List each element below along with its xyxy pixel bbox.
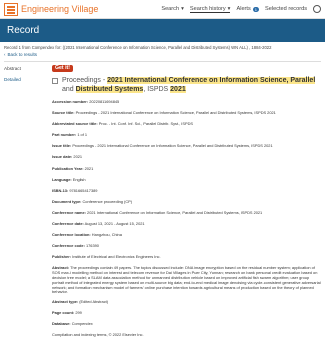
field-label: Page count: [52, 310, 75, 316]
nav-search[interactable]: Search ▾ [161, 6, 184, 12]
select-record-checkbox[interactable] [52, 78, 58, 84]
field-label: Document type: [52, 198, 82, 204]
field-value: Institute of Electrical and Electronics … [72, 254, 161, 260]
field-value: 2021 [73, 154, 83, 160]
record-fields: Accession number: 20220811694845 Source t… [52, 99, 321, 260]
sidebar: Abstract Detailed [0, 62, 52, 344]
record-field: Abstract type: (Edited Abstract) [52, 299, 321, 305]
record-field: Document type: Conference proceeding (CP… [52, 198, 321, 205]
record-field: Conference code: 176390 [52, 243, 321, 249]
alerts-badge: 1 [252, 6, 260, 12]
record-title: Proceedings - 2021 International Confere… [62, 77, 316, 93]
field-label: Conference location: [52, 232, 91, 238]
field-value: Conference proceeding (CP) [82, 198, 133, 204]
field-label: ISBN-13: [52, 187, 69, 193]
top-bar: Engineering Village Search ▾ Search histo… [0, 0, 325, 19]
record-field: Abbreviated source title: Proc. - Int. C… [52, 121, 321, 127]
field-label: Part number: [52, 132, 77, 138]
record-field: Publisher: Institute of Electrical and E… [52, 254, 321, 260]
field-label: Conference date: [52, 221, 84, 227]
field-label: Database: [52, 321, 71, 327]
record-field: Accession number: 20220811694845 [52, 99, 321, 105]
chevron-left-icon: ‹ [4, 52, 6, 58]
sidebar-item-detailed[interactable]: Detailed [4, 77, 48, 82]
main-nav: Search ▾ Search history ▾ Alerts 1 Selected… [161, 5, 321, 13]
nav-search-history[interactable]: Search history ▾ [189, 5, 231, 13]
record-tail-fields: Abstract type: (Edited Abstract) Page cou… [52, 299, 321, 327]
app-name[interactable]: Engineering Village [21, 4, 98, 14]
nav-selected-records[interactable]: Selected records [265, 6, 307, 12]
field-label: Language: [52, 176, 72, 182]
field-label: Abstract type: [52, 299, 79, 305]
chevron-down-icon: ▾ [227, 5, 231, 12]
field-label: Publication Year: [52, 165, 84, 171]
record-field: Source title: Proceedings - 2021 Interna… [52, 110, 321, 116]
record-field: Conference name: 2021 International Conf… [52, 209, 321, 216]
field-label: Issue title: [52, 143, 72, 149]
field-label: Publisher: [52, 254, 72, 260]
sidebar-item-abstract[interactable]: Abstract [4, 66, 48, 71]
record-field: Conference date: August 13, 2021 - Augus… [52, 221, 321, 227]
abstract: Abstract: The proceedings contain 49 pap… [52, 265, 321, 295]
breadcrumb: Record 1 from Compendex for: ((2021 Inte… [4, 45, 272, 50]
field-value: Proc. - Int. Conf. Inf. Sci., Parallel D… [98, 121, 193, 127]
page-banner: Record [0, 19, 325, 42]
field-label: Abbreviated source title: [52, 121, 98, 127]
record-detail: Get it! Proceedings - 2021 International… [52, 62, 325, 344]
field-value: 9781665417389 [69, 187, 98, 193]
field-value: 20220811694845 [89, 99, 120, 104]
field-label: Conference name: [52, 209, 86, 215]
field-value: (Edited Abstract) [79, 299, 109, 305]
field-value: 176390 [85, 243, 99, 249]
record-field: Publication Year: 2021 [52, 165, 321, 172]
footer-note: Compilation and indexing terms, © 2022 E… [52, 332, 144, 338]
record-field: Page count: 299 [52, 310, 321, 316]
user-icon[interactable] [313, 5, 321, 13]
elsevier-logo-icon [4, 2, 18, 16]
field-value: 2021 International Conference on Informa… [87, 209, 263, 215]
back-to-results-link[interactable]: ‹ Back to results [0, 50, 325, 59]
field-label: Accession number: [52, 99, 89, 104]
field-value: English [72, 176, 86, 182]
field-value: August 13, 2021 - August 15, 2021 [84, 221, 145, 227]
field-value: Proceedings - 2021 International Confere… [75, 110, 276, 116]
record-field: Language: English [52, 176, 321, 183]
field-label: Issue date: [52, 154, 73, 160]
record-field: Part number: 1 of 1 [52, 132, 321, 138]
record-field: Conference location: Hangzhou, China [52, 232, 321, 238]
field-value: Hangzhou, China [91, 232, 122, 238]
field-label: Conference code: [52, 243, 85, 249]
field-value: 1 of 1 [77, 132, 88, 138]
get-it-button[interactable]: Get it! [52, 65, 73, 72]
record-field: Database: Compendex [52, 321, 321, 327]
nav-alerts[interactable]: Alerts 1 [236, 6, 260, 12]
field-label: Source title: [52, 110, 75, 116]
record-field: ISBN-13: 9781665417389 [52, 187, 321, 194]
field-value: Proceedings - 2021 International Confere… [72, 143, 273, 149]
page-title: Record [7, 25, 40, 36]
record-field: Issue title: Proceedings - 2021 Internat… [52, 143, 321, 149]
record-field: Issue date: 2021 [52, 155, 321, 160]
field-value: 2021 [84, 165, 94, 171]
field-value: Compendex [71, 321, 93, 327]
chevron-down-icon: ▾ [181, 6, 184, 12]
field-value: 299 [75, 310, 82, 316]
